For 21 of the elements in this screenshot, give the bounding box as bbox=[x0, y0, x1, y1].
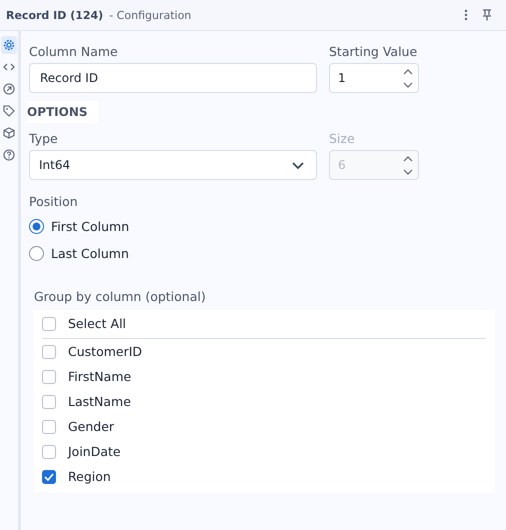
panel-title: Record ID (124) bbox=[6, 8, 104, 22]
field-label: Type bbox=[29, 131, 59, 146]
radio-label: First Column bbox=[51, 219, 130, 234]
checkbox-label: Gender bbox=[68, 419, 114, 434]
panel-subtitle: - Configuration bbox=[109, 8, 192, 22]
section-heading: OPTIONS bbox=[27, 101, 98, 123]
radio-label: Last Column bbox=[51, 246, 129, 261]
field-label: Column Name bbox=[29, 44, 119, 59]
checkbox-label: Region bbox=[68, 469, 111, 484]
checkbox-label: JoinDate bbox=[68, 444, 121, 459]
field-label: Position bbox=[29, 194, 79, 209]
type-dropdown[interactable]: Int64 bbox=[29, 150, 317, 180]
checkbox-label: FirstName bbox=[68, 369, 132, 384]
checkbox-label: CustomerID bbox=[68, 344, 142, 359]
field-label: Starting Value bbox=[329, 44, 418, 59]
checkbox-label: LastName bbox=[68, 394, 131, 409]
number-field[interactable]: 1 bbox=[329, 63, 419, 93]
column-name-field[interactable]: Record ID bbox=[29, 63, 317, 93]
field-label: Group by column (optional) bbox=[34, 289, 207, 304]
checkbox-label: Select All bbox=[68, 316, 126, 331]
field-label: Size bbox=[329, 131, 356, 146]
